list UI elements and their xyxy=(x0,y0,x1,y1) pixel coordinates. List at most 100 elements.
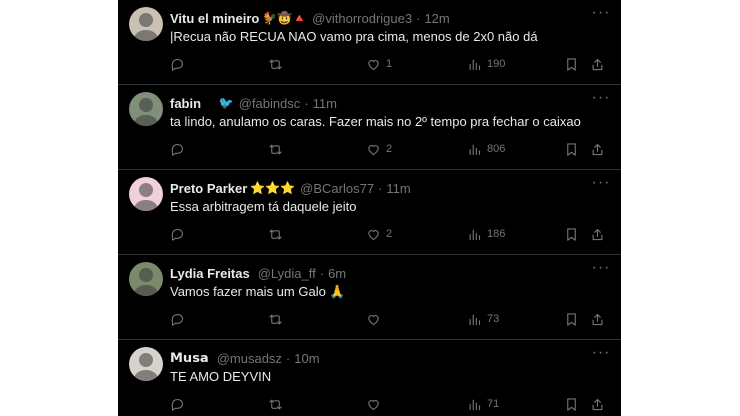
bookmark-icon xyxy=(567,57,576,71)
tweet-header: Vitu el mineiro 🐓🤠🔺 @vithorrodrigue3 · 1… xyxy=(170,9,581,27)
tweet-text: Vamos fazer mais um Galo 🙏 xyxy=(170,284,346,299)
share-button[interactable] xyxy=(590,310,605,328)
tweet-text: Essa arbitragem tá daquele jeito xyxy=(170,199,357,214)
retweet-icon xyxy=(269,399,282,409)
views-icon xyxy=(469,144,481,155)
like-button[interactable]: 2 xyxy=(366,225,392,243)
avatar[interactable] xyxy=(129,7,163,41)
tweet-actions: 1 190 xyxy=(170,55,607,73)
avatar[interactable] xyxy=(129,177,163,211)
avatar[interactable] xyxy=(129,347,163,381)
retweet-button[interactable] xyxy=(268,140,288,158)
view-count: 73 xyxy=(487,313,500,325)
separator-dot: · xyxy=(416,10,421,26)
retweet-button[interactable] xyxy=(268,310,288,328)
like-button[interactable] xyxy=(366,310,386,328)
more-icon[interactable]: ··· xyxy=(591,5,611,24)
display-name[interactable]: 𝗠𝘂𝘀𝗮 xyxy=(170,350,209,366)
views-icon xyxy=(469,399,481,410)
share-button[interactable] xyxy=(590,55,605,73)
retweet-icon xyxy=(269,59,282,69)
timestamp[interactable]: 6m xyxy=(328,266,346,281)
view-count: 190 xyxy=(487,58,506,70)
bookmark-button[interactable] xyxy=(564,140,579,158)
user-handle[interactable]: @BCarlos77 xyxy=(300,181,374,196)
like-count: 2 xyxy=(386,228,393,240)
like-button[interactable]: 2 xyxy=(366,140,392,158)
tweet[interactable]: Vitu el mineiro 🐓🤠🔺 @vithorrodrigue3 · 1… xyxy=(118,0,621,85)
name-badges: ▭ 🐦 xyxy=(204,96,234,110)
timestamp[interactable]: 11m xyxy=(313,96,337,111)
bookmark-button[interactable] xyxy=(564,395,579,413)
display-name[interactable]: Lydia Freitas xyxy=(170,266,250,281)
separator-dot: · xyxy=(304,95,309,111)
more-icon[interactable]: ··· xyxy=(591,90,611,109)
views-button[interactable]: 73 xyxy=(467,310,499,328)
timestamp[interactable]: 10m xyxy=(294,351,319,366)
reply-button[interactable] xyxy=(170,395,190,413)
reply-button[interactable] xyxy=(170,140,190,158)
views-button[interactable]: 190 xyxy=(467,55,505,73)
reply-icon xyxy=(171,143,183,156)
view-count: 186 xyxy=(487,228,506,240)
heart-icon xyxy=(368,59,379,70)
views-icon xyxy=(469,59,481,70)
reply-button[interactable] xyxy=(170,55,190,73)
heart-icon xyxy=(368,144,379,155)
bookmark-button[interactable] xyxy=(564,310,579,328)
tweet[interactable]: fabin ▭ 🐦 @fabindsc · 11m ··· ta lindo, … xyxy=(118,85,621,170)
share-button[interactable] xyxy=(590,225,605,243)
tweet-actions: 71 xyxy=(170,395,607,413)
views-button[interactable]: 806 xyxy=(467,140,505,158)
tweet-text: ta lindo, anulamo os caras. Fazer mais n… xyxy=(170,114,581,129)
bookmark-icon xyxy=(567,227,576,241)
display-name[interactable]: Preto Parker xyxy=(170,181,247,196)
timestamp[interactable]: 11m xyxy=(386,181,410,196)
heart-icon xyxy=(368,399,379,410)
timestamp[interactable]: 12m xyxy=(424,11,449,26)
display-name[interactable]: Vitu el mineiro xyxy=(170,11,259,26)
user-handle[interactable]: @Lydia_ff xyxy=(258,266,316,281)
avatar[interactable] xyxy=(129,262,163,296)
name-badges: 🐓🤠🔺 xyxy=(262,11,308,25)
retweet-button[interactable] xyxy=(268,225,288,243)
like-count: 1 xyxy=(386,58,393,70)
tweet[interactable]: 𝗠𝘂𝘀𝗮 @musadsz · 10m ··· TE AMO DEYVIN 71 xyxy=(118,340,621,416)
views-button[interactable]: 71 xyxy=(467,395,499,413)
share-icon xyxy=(592,228,603,240)
view-count: 806 xyxy=(487,143,506,155)
tweet-text: TE AMO DEYVIN xyxy=(170,369,272,384)
retweet-icon xyxy=(269,144,282,154)
tweet[interactable]: Lydia Freitas @Lydia_ff · 6m ··· Vamos f… xyxy=(118,255,621,340)
user-handle[interactable]: @vithorrodrigue3 xyxy=(312,11,412,26)
tweet-actions: 2 186 xyxy=(170,225,607,243)
like-button[interactable] xyxy=(366,395,386,413)
share-icon xyxy=(592,58,603,70)
more-icon[interactable]: ··· xyxy=(591,175,611,194)
user-handle[interactable]: @musadsz xyxy=(217,351,282,366)
separator-dot: · xyxy=(319,265,325,281)
avatar[interactable] xyxy=(129,92,163,126)
retweet-button[interactable] xyxy=(268,55,288,73)
retweet-button[interactable] xyxy=(268,395,288,413)
views-icon xyxy=(469,229,481,240)
share-icon xyxy=(592,313,603,325)
share-button[interactable] xyxy=(590,395,605,413)
user-handle[interactable]: @fabindsc xyxy=(239,96,301,111)
tweet-feed: Vitu el mineiro 🐓🤠🔺 @vithorrodrigue3 · 1… xyxy=(118,0,621,416)
reply-button[interactable] xyxy=(170,225,190,243)
bookmark-button[interactable] xyxy=(564,55,579,73)
share-button[interactable] xyxy=(590,140,605,158)
views-button[interactable]: 186 xyxy=(467,225,505,243)
more-icon[interactable]: ··· xyxy=(591,345,611,364)
like-button[interactable]: 1 xyxy=(366,55,392,73)
reply-button[interactable] xyxy=(170,310,190,328)
tweet-header: fabin ▭ 🐦 @fabindsc · 11m xyxy=(170,94,581,112)
share-icon xyxy=(592,143,603,155)
tweet-actions: 2 806 xyxy=(170,140,607,158)
more-icon[interactable]: ··· xyxy=(591,260,611,279)
display-name[interactable]: fabin xyxy=(170,96,201,111)
tweet-header: 𝗠𝘂𝘀𝗮 @musadsz · 10m xyxy=(170,349,581,367)
bookmark-button[interactable] xyxy=(564,225,579,243)
tweet[interactable]: Preto Parker ⭐⭐⭐ @BCarlos77 · 11m ··· Es… xyxy=(118,170,621,255)
